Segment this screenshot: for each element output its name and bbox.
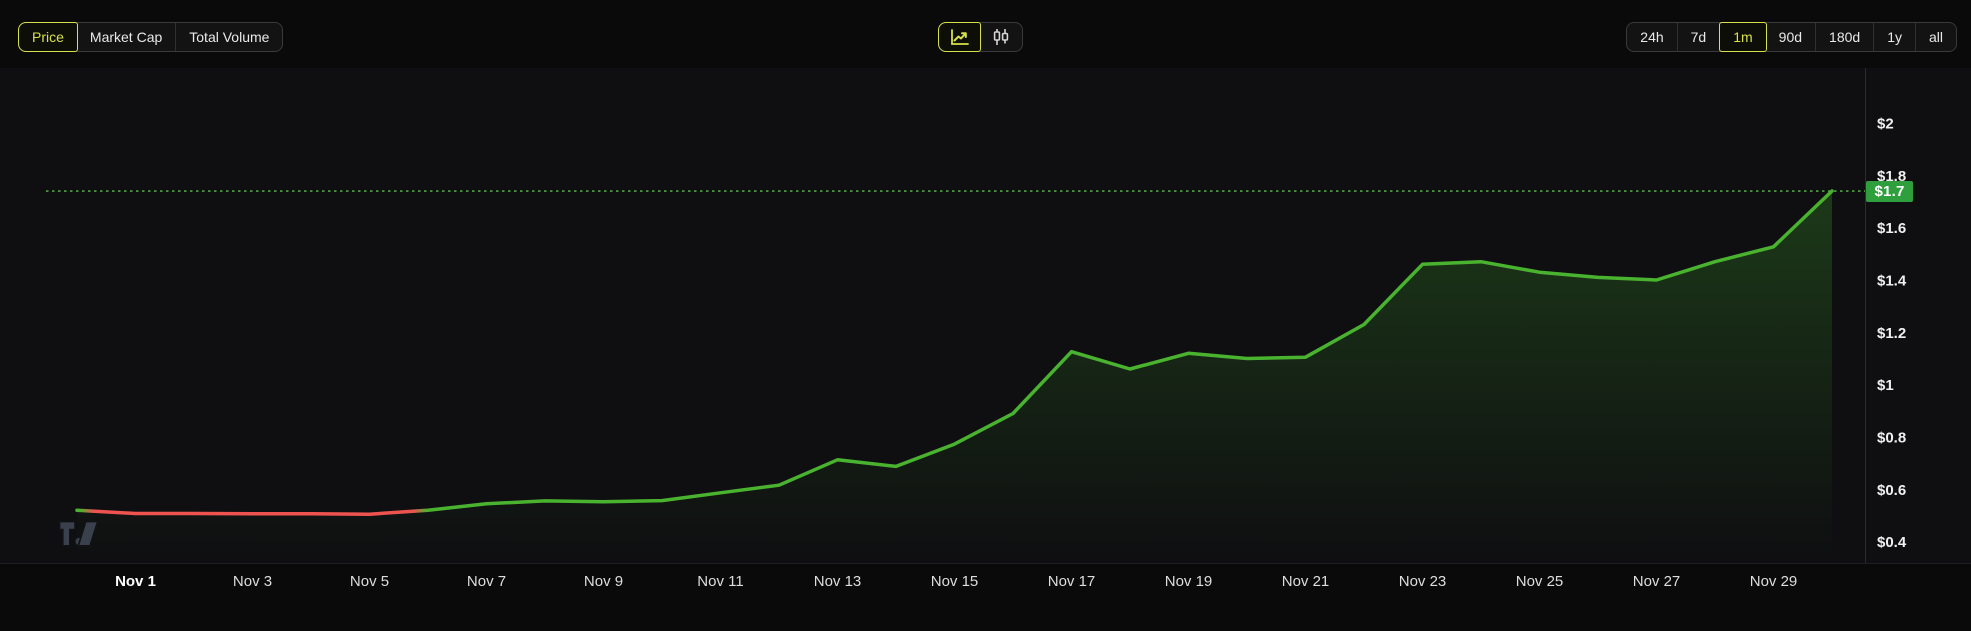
tab-price[interactable]: Price: [18, 22, 78, 52]
x-tick-label: Nov 7: [467, 573, 506, 590]
tradingview-logo[interactable]: [58, 519, 106, 554]
x-tick-label: Nov 13: [814, 573, 862, 590]
x-tick-label: Nov 23: [1399, 573, 1447, 590]
tab-market-cap[interactable]: Market Cap: [77, 23, 176, 51]
range-90d[interactable]: 90d: [1766, 23, 1816, 51]
line-chart-button[interactable]: [938, 22, 981, 52]
x-tick-label: Nov 5: [350, 573, 389, 590]
price-chart[interactable]: $2$1.8$1.6$1.4$1.2$1$0.8$0.6$0.4Nov 1Nov…: [0, 0, 1971, 631]
time-range-group: 24h 7d 1m 90d 180d 1y all: [1626, 22, 1957, 52]
x-tick-label: Nov 21: [1282, 573, 1330, 590]
y-tick-label: $0.6: [1877, 482, 1906, 499]
x-tick-label: Nov 19: [1165, 573, 1213, 590]
range-1y[interactable]: 1y: [1874, 23, 1916, 51]
y-tick-label: $1.4: [1877, 273, 1907, 290]
y-tick-label: $1.2: [1877, 325, 1906, 342]
range-all[interactable]: all: [1916, 23, 1956, 51]
x-tick-label: Nov 3: [233, 573, 272, 590]
current-price-badge: $1.7: [1866, 181, 1913, 202]
tab-total-volume[interactable]: Total Volume: [176, 23, 282, 51]
x-tick-label: Nov 25: [1516, 573, 1564, 590]
y-tick-label: $0.4: [1877, 534, 1907, 551]
y-tick-label: $1.6: [1877, 220, 1906, 237]
x-tick-label: Nov 9: [584, 573, 623, 590]
y-tick-label: $0.8: [1877, 430, 1906, 447]
x-tick-label: Nov 11: [697, 573, 743, 590]
chart-type-toggle-group: [938, 22, 1023, 52]
x-tick-label: Nov 15: [931, 573, 979, 590]
x-tick-label: Nov 1: [115, 573, 156, 590]
range-24h[interactable]: 24h: [1627, 23, 1677, 51]
candlestick-chart-button[interactable]: [980, 23, 1022, 51]
x-tick-label: Nov 27: [1633, 573, 1681, 590]
range-1m[interactable]: 1m: [1719, 22, 1766, 52]
metric-tab-group: Price Market Cap Total Volume: [18, 22, 283, 52]
y-tick-label: $1: [1877, 377, 1894, 394]
y-tick-label: $2: [1877, 116, 1894, 133]
candlestick-chart-icon: [991, 28, 1011, 46]
x-tick-label: Nov 29: [1750, 573, 1798, 590]
range-7d[interactable]: 7d: [1678, 23, 1721, 51]
line-chart-icon: [950, 29, 969, 46]
x-tick-label: Nov 17: [1048, 573, 1096, 590]
range-180d[interactable]: 180d: [1816, 23, 1874, 51]
